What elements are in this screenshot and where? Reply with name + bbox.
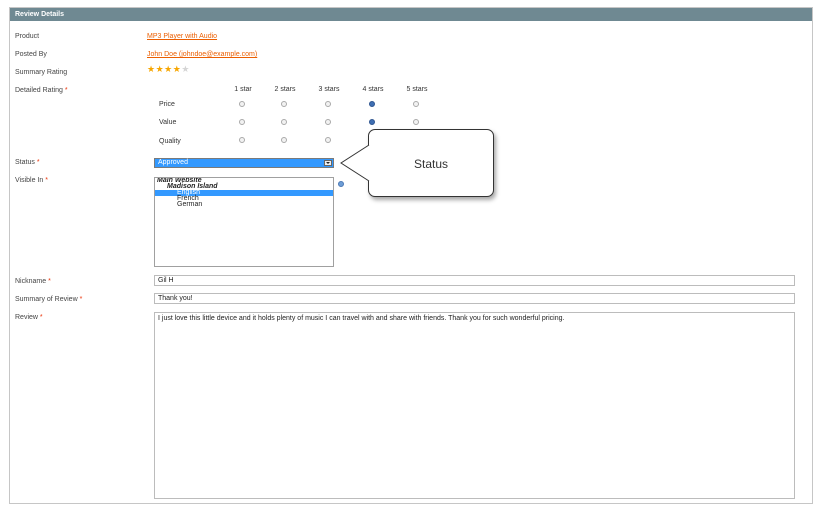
star-icon: ★ xyxy=(147,64,156,74)
status-value: Approved xyxy=(158,159,188,166)
visible-in-label: Visible In * xyxy=(15,177,48,184)
rating-row-label-price: Price xyxy=(159,101,175,108)
rating-column-header: 2 stars xyxy=(274,86,296,93)
product-label: Product xyxy=(15,33,40,40)
summary-of-review-input[interactable]: Thank you! xyxy=(154,293,795,304)
star-icon: ★ xyxy=(181,64,190,74)
summary-of-review-label: Summary of Review * xyxy=(15,296,83,303)
review-textarea[interactable]: I just love this little device and it ho… xyxy=(154,312,795,499)
rating-radio-price[interactable] xyxy=(239,101,245,107)
rating-radio-value[interactable] xyxy=(413,119,419,125)
chevron-down-icon[interactable] xyxy=(324,160,332,166)
star-icon: ★ xyxy=(164,64,173,74)
rating-radio-quality[interactable] xyxy=(325,137,331,143)
posted-by-label: Posted By xyxy=(15,51,47,58)
rating-column-header: 1 star xyxy=(234,86,252,93)
rating-row-label-value: Value xyxy=(159,119,177,126)
status-label: Status * xyxy=(15,159,40,166)
status-select[interactable]: Approved xyxy=(154,158,334,168)
rating-radio-value[interactable] xyxy=(369,119,375,125)
panel-header: Review Details xyxy=(10,8,812,21)
star-icon: ★ xyxy=(155,64,165,74)
summary-rating-stars: ★★★★★ xyxy=(147,64,190,75)
summary-rating-label: Summary Rating xyxy=(15,69,68,76)
rating-radio-value[interactable] xyxy=(281,119,287,125)
rating-radio-price[interactable] xyxy=(369,101,375,107)
rating-radio-quality[interactable] xyxy=(239,137,245,143)
rating-column-header: 5 stars xyxy=(406,86,428,93)
detailed-rating-label: Detailed Rating * xyxy=(15,87,68,94)
nickname-input[interactable]: Gil H xyxy=(154,275,795,286)
posted-by-link[interactable]: John Doe (johndoe@example.com) xyxy=(147,51,257,58)
rating-radio-price[interactable] xyxy=(325,101,331,107)
rating-column-header: 3 stars xyxy=(318,86,340,93)
rating-radio-price[interactable] xyxy=(281,101,287,107)
callout-pointer xyxy=(340,144,370,182)
rating-radio-value[interactable] xyxy=(239,119,245,125)
rating-column-header: 4 stars xyxy=(362,86,384,93)
rating-row-label-quality: Quality xyxy=(159,138,181,145)
product-link[interactable]: MP3 Player with Audio xyxy=(147,33,217,40)
rating-radio-price[interactable] xyxy=(413,101,419,107)
visible-in-listbox[interactable]: Main Website Madison Island English French G… xyxy=(154,177,334,267)
nickname-label: Nickname * xyxy=(15,278,51,285)
listbox-option[interactable]: German xyxy=(155,201,333,208)
callout-text: Status xyxy=(414,157,449,171)
rating-radio-quality[interactable] xyxy=(281,137,287,143)
review-label: Review * xyxy=(15,314,43,321)
rating-radio-value[interactable] xyxy=(325,119,331,125)
